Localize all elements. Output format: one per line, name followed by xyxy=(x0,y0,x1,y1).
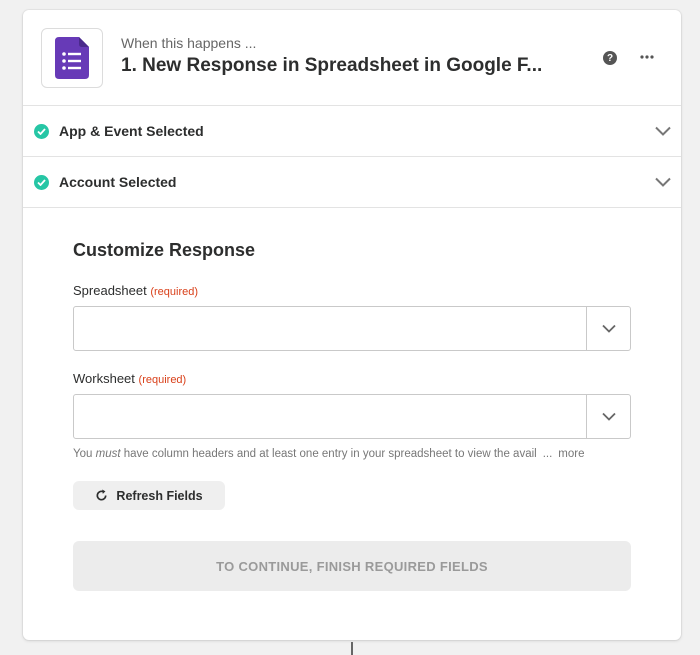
check-circle-icon xyxy=(34,175,49,190)
required-marker: (required) xyxy=(150,286,199,298)
spreadsheet-select[interactable] xyxy=(73,306,631,351)
section-app-event[interactable]: App & Event Selected xyxy=(23,106,681,157)
worksheet-select[interactable] xyxy=(73,394,631,439)
more-link[interactable]: more xyxy=(558,448,584,460)
required-marker: (required) xyxy=(138,374,187,386)
step-pre-title: When this happens ... xyxy=(121,35,257,51)
refresh-fields-button[interactable]: Refresh Fields xyxy=(73,481,225,510)
field-label-text: Spreadsheet xyxy=(73,283,147,298)
helper-message: You must have column headers and at leas… xyxy=(73,448,537,460)
helper-ellipsis: ... xyxy=(542,448,553,460)
chevron-down-icon[interactable] xyxy=(655,174,671,192)
app-icon-box xyxy=(41,28,103,88)
step-header: When this happens ... 1. New Response in… xyxy=(23,10,681,106)
check-circle-icon xyxy=(34,124,49,139)
section-label: Account Selected xyxy=(59,174,177,190)
spreadsheet-label: Spreadsheet (required) xyxy=(73,283,198,298)
continue-button[interactable]: TO CONTINUE, FINISH REQUIRED FIELDS xyxy=(73,541,631,591)
chevron-down-icon[interactable] xyxy=(586,307,630,350)
field-label-text: Worksheet xyxy=(73,371,135,386)
trigger-step-card: When this happens ... 1. New Response in… xyxy=(23,10,681,640)
chevron-down-icon[interactable] xyxy=(586,395,630,438)
worksheet-label: Worksheet (required) xyxy=(73,371,186,386)
help-icon[interactable]: ? xyxy=(603,51,617,65)
step-title: 1. New Response in Spreadsheet in Google… xyxy=(121,55,543,76)
more-options-icon[interactable] xyxy=(637,47,657,67)
google-forms-icon xyxy=(55,37,89,79)
refresh-icon xyxy=(96,489,107,501)
helper-text: You must have column headers and at leas… xyxy=(73,448,631,460)
section-heading: Customize Response xyxy=(73,240,256,260)
refresh-label: Refresh Fields xyxy=(116,488,203,503)
section-account[interactable]: Account Selected xyxy=(23,157,681,208)
section-label: App & Event Selected xyxy=(59,123,204,139)
chevron-down-icon[interactable] xyxy=(655,123,671,141)
step-connector-line xyxy=(351,642,353,655)
